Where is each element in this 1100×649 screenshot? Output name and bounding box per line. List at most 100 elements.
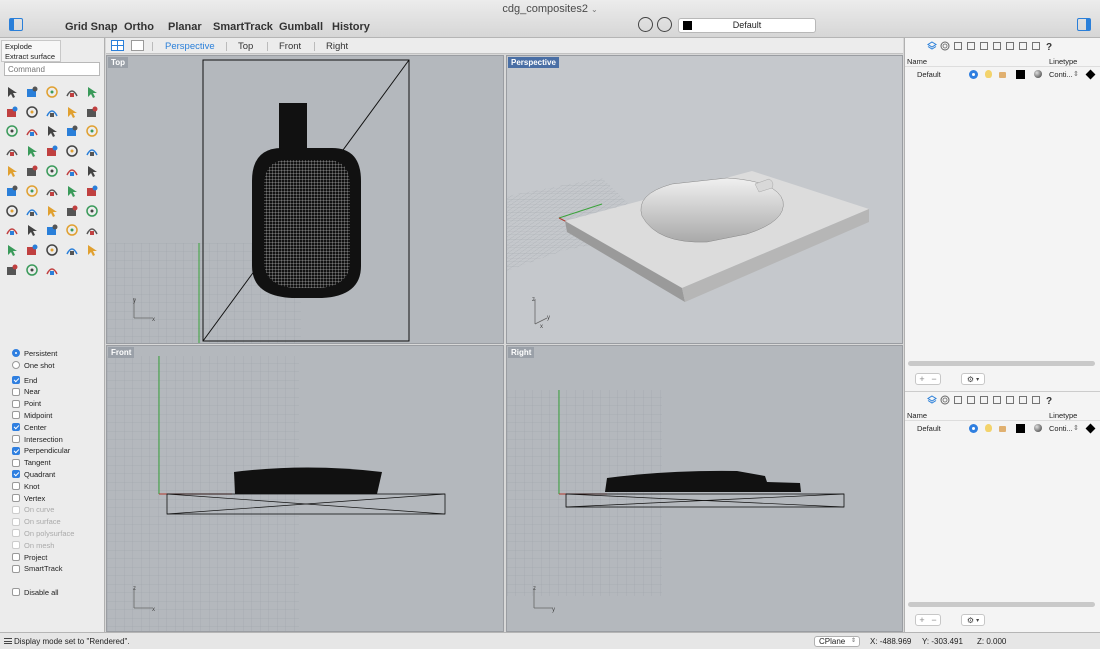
layer-options-button[interactable]: ⚙ ▾ bbox=[961, 373, 985, 385]
checkbox-indicator[interactable] bbox=[12, 446, 20, 455]
tab-front[interactable]: Front bbox=[279, 41, 301, 52]
checkbox-indicator[interactable] bbox=[12, 470, 20, 479]
monitor-icon[interactable] bbox=[1031, 395, 1041, 405]
display-icon[interactable] bbox=[1018, 41, 1028, 51]
snap-oneshot-radio[interactable]: One shot bbox=[12, 359, 102, 371]
radio-indicator[interactable] bbox=[12, 349, 20, 357]
current-layer-icon[interactable] bbox=[969, 70, 978, 79]
surface-icon[interactable] bbox=[2, 122, 22, 142]
checkbox-indicator[interactable] bbox=[12, 564, 20, 573]
history-button[interactable]: History bbox=[332, 21, 370, 33]
material-icon[interactable] bbox=[1034, 70, 1042, 78]
horizontal-scrollbar[interactable] bbox=[908, 361, 1095, 366]
cloud-icon[interactable] bbox=[992, 395, 1002, 405]
cube-icon[interactable] bbox=[966, 395, 976, 405]
linetype-value[interactable]: Conti... bbox=[1049, 424, 1073, 433]
select-arrow-icon[interactable] bbox=[2, 82, 22, 102]
curve-icon[interactable] bbox=[62, 82, 82, 102]
trim-icon[interactable] bbox=[62, 141, 82, 161]
osnap-target-icon[interactable] bbox=[657, 17, 672, 32]
materials-icon[interactable] bbox=[940, 41, 950, 51]
lock-icon[interactable] bbox=[2, 240, 22, 260]
linetype-value[interactable]: Conti... bbox=[1049, 70, 1073, 79]
layers-icon[interactable] bbox=[927, 395, 937, 405]
hatch-icon[interactable] bbox=[42, 221, 62, 241]
gumball-button[interactable]: Gumball bbox=[279, 21, 323, 33]
checkbox-indicator[interactable] bbox=[12, 482, 20, 491]
camera-icon[interactable] bbox=[979, 395, 989, 405]
scale-icon[interactable] bbox=[62, 161, 82, 181]
line-curve-icon[interactable] bbox=[22, 102, 42, 122]
circle-icon[interactable] bbox=[82, 82, 102, 102]
command-input[interactable] bbox=[4, 62, 100, 76]
document-icon[interactable] bbox=[1005, 41, 1015, 51]
viewport-title[interactable]: Perspective bbox=[508, 57, 559, 68]
move-icon[interactable] bbox=[22, 161, 42, 181]
box-icon[interactable] bbox=[42, 122, 62, 142]
analyze-icon[interactable] bbox=[82, 181, 102, 201]
checkbox-indicator[interactable] bbox=[12, 399, 20, 408]
print-color-icon[interactable] bbox=[1085, 69, 1096, 80]
layer-color-swatch[interactable] bbox=[1016, 424, 1025, 433]
visibility-bulb-icon[interactable] bbox=[985, 70, 992, 78]
plus-icon[interactable]: + bbox=[919, 615, 924, 625]
checkbox-indicator[interactable] bbox=[12, 553, 20, 561]
viewport-icon[interactable] bbox=[62, 221, 82, 241]
grid-snap-button[interactable]: Grid Snap bbox=[65, 21, 118, 33]
globe-icon[interactable] bbox=[62, 240, 82, 260]
planar-button[interactable]: Planar bbox=[168, 21, 202, 33]
cube-icon[interactable] bbox=[966, 41, 976, 51]
osnap-quadrant-checkbox[interactable]: Quadrant bbox=[12, 468, 102, 480]
osnap-knot-checkbox[interactable]: Knot bbox=[12, 480, 102, 492]
osnap-vertex-checkbox[interactable]: Vertex bbox=[12, 492, 102, 504]
sphere-icon[interactable] bbox=[62, 122, 82, 142]
paint-icon[interactable] bbox=[22, 240, 42, 260]
cloud-icon[interactable] bbox=[992, 41, 1002, 51]
rotate-icon[interactable] bbox=[42, 161, 62, 181]
lock-icon[interactable] bbox=[999, 426, 1006, 432]
arc-icon[interactable] bbox=[82, 102, 102, 122]
checkbox-indicator[interactable] bbox=[12, 458, 20, 467]
chevron-updown-icon[interactable]: ⇕ bbox=[1073, 424, 1079, 432]
pan-icon[interactable] bbox=[42, 201, 62, 221]
osnap-intersection-checkbox[interactable]: Intersection bbox=[12, 433, 102, 445]
light-icon[interactable] bbox=[82, 201, 102, 221]
materials-icon[interactable] bbox=[940, 395, 950, 405]
offset-icon[interactable] bbox=[62, 102, 82, 122]
color-wheel-icon[interactable] bbox=[42, 240, 62, 260]
left-sidebar-toggle-icon[interactable] bbox=[9, 18, 23, 31]
checkbox-indicator[interactable] bbox=[12, 411, 20, 420]
osnap-near-checkbox[interactable]: Near bbox=[12, 386, 102, 398]
viewport-title[interactable]: Front bbox=[108, 347, 135, 358]
column-name[interactable]: Name bbox=[907, 411, 927, 420]
gear-icon[interactable] bbox=[82, 240, 102, 260]
osnap-center-checkbox[interactable]: Center bbox=[12, 421, 102, 433]
lock-icon[interactable] bbox=[999, 72, 1006, 78]
layer-row[interactable]: Default Conti... ⇕ bbox=[905, 423, 1100, 434]
osnap-end-checkbox[interactable]: End bbox=[12, 374, 102, 386]
osnap-project-checkbox[interactable]: Project bbox=[12, 551, 102, 563]
plus-icon[interactable]: + bbox=[919, 374, 924, 384]
boolean-icon[interactable] bbox=[2, 161, 22, 181]
checkbox-indicator[interactable] bbox=[12, 435, 20, 443]
menu-icon[interactable] bbox=[4, 638, 12, 644]
viewport-right[interactable]: Right z y bbox=[506, 345, 903, 632]
cplane-select[interactable]: CPlane ⇕ bbox=[814, 636, 860, 647]
split-icon[interactable] bbox=[82, 141, 102, 161]
minus-icon[interactable]: − bbox=[931, 615, 936, 625]
tab-right[interactable]: Right bbox=[326, 41, 348, 52]
help-icon[interactable] bbox=[82, 221, 102, 241]
layer-row[interactable]: Default Conti... ⇕ bbox=[905, 69, 1100, 80]
array-icon[interactable] bbox=[2, 181, 22, 201]
sphere-blue-icon[interactable] bbox=[2, 260, 22, 280]
mesh-icon[interactable] bbox=[42, 181, 62, 201]
document-icon[interactable] bbox=[953, 395, 963, 405]
help-icon[interactable]: ? bbox=[1044, 41, 1054, 53]
viewport-front[interactable]: Front z x bbox=[106, 345, 504, 632]
disable-all-checkbox[interactable]: Disable all bbox=[12, 586, 102, 598]
current-layer-icon[interactable] bbox=[969, 424, 978, 433]
checkbox-indicator[interactable] bbox=[12, 588, 20, 596]
render-icon[interactable] bbox=[2, 201, 22, 221]
properties-icon[interactable] bbox=[42, 260, 62, 280]
checkbox-indicator[interactable] bbox=[12, 494, 20, 502]
